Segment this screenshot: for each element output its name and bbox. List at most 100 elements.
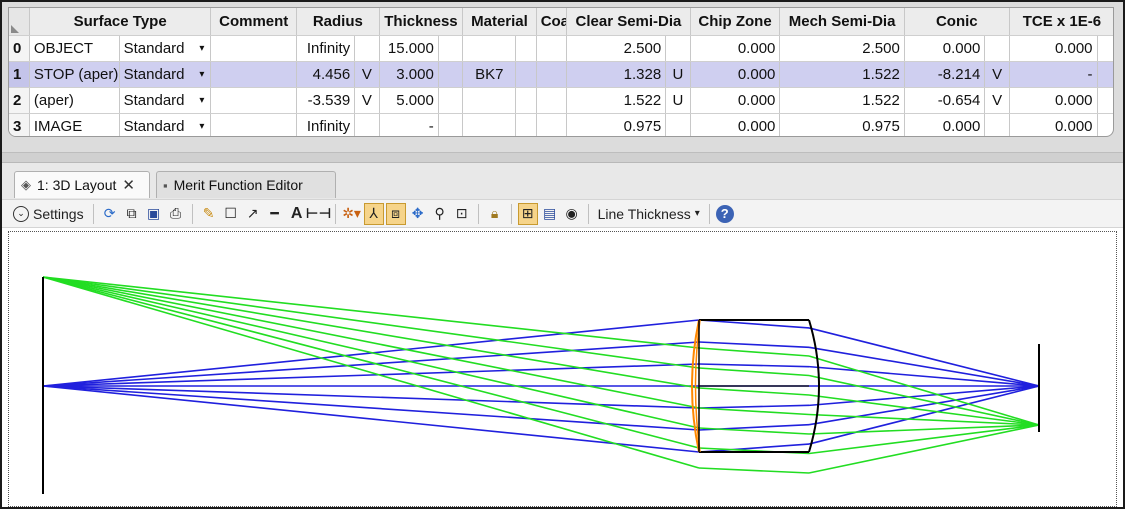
- col-header-thickness[interactable]: Thickness: [379, 8, 464, 36]
- 3d-layout-plot[interactable]: [8, 231, 1117, 507]
- chip-zone-cell[interactable]: 0.000: [690, 35, 781, 62]
- col-header-material[interactable]: Material: [462, 8, 537, 36]
- thickness-cell[interactable]: 15.000: [379, 35, 439, 62]
- radius-cell[interactable]: Infinity: [296, 113, 356, 136]
- material-solve-cell[interactable]: [515, 61, 537, 88]
- line-icon[interactable]: ━: [265, 203, 285, 225]
- line-thickness-dropdown[interactable]: Line Thickness ▾: [595, 203, 703, 225]
- arrow-icon[interactable]: ↗: [243, 203, 263, 225]
- conic-solve-cell[interactable]: V: [984, 61, 1010, 88]
- clear-semi-dia-solve-cell[interactable]: [665, 113, 691, 136]
- col-header-comment[interactable]: Comment: [210, 8, 298, 36]
- material-cell[interactable]: BK7: [462, 61, 517, 88]
- tab-merit-function-editor[interactable]: ▪ Merit Function Editor: [156, 171, 336, 198]
- crosshair-icon[interactable]: ⊞: [517, 202, 538, 225]
- radius-cell[interactable]: -3.539: [296, 87, 356, 114]
- help-icon[interactable]: ?: [715, 204, 734, 223]
- comment-cell[interactable]: [210, 87, 298, 114]
- chip-zone-cell[interactable]: 0.000: [690, 87, 781, 114]
- tce-solve-cell[interactable]: [1097, 87, 1113, 114]
- col-header-chip-zone[interactable]: Chip Zone: [690, 8, 781, 36]
- tce-cell[interactable]: 0.000: [1009, 87, 1098, 114]
- conic-solve-cell[interactable]: [984, 113, 1010, 136]
- material-solve-cell[interactable]: [515, 35, 537, 62]
- comment-cell[interactable]: [210, 35, 298, 62]
- thickness-solve-cell[interactable]: [438, 113, 464, 136]
- settings-button[interactable]: ⌄ Settings: [10, 203, 87, 225]
- material-solve-cell[interactable]: [515, 113, 537, 136]
- radius-cell[interactable]: 4.456: [296, 61, 356, 88]
- coating-cell[interactable]: [536, 61, 568, 88]
- thickness-solve-cell[interactable]: [438, 35, 464, 62]
- col-header-tce[interactable]: TCE x 1E-6: [1009, 8, 1113, 36]
- col-header-clear-semi-dia[interactable]: Clear Semi-Dia: [566, 8, 691, 36]
- chevron-down-icon[interactable]: ▾: [199, 95, 204, 106]
- mech-semi-dia-cell[interactable]: 2.500: [779, 35, 905, 62]
- table-row[interactable]: 3 IMAGE Standard ▾ Infinity -0.975 0.000 0.975 0…: [9, 113, 1113, 136]
- surface-type-dropdown[interactable]: Standard ▾: [119, 87, 212, 114]
- tce-cell[interactable]: -: [1009, 61, 1098, 88]
- coating-cell[interactable]: [536, 113, 568, 136]
- record-icon[interactable]: ◉: [562, 203, 582, 225]
- rectangle-icon[interactable]: ☐: [221, 203, 241, 225]
- refresh-icon[interactable]: ⟳: [100, 203, 120, 225]
- surface-type-dropdown[interactable]: Standard ▾: [119, 113, 212, 136]
- radius-solve-cell[interactable]: [354, 35, 380, 62]
- thickness-cell[interactable]: 3.000: [379, 61, 439, 88]
- col-header-mech-semi-dia[interactable]: Mech Semi-Dia: [779, 8, 905, 36]
- chevron-down-icon[interactable]: ▾: [199, 121, 204, 132]
- conic-solve-cell[interactable]: V: [984, 87, 1010, 114]
- material-cell[interactable]: [462, 113, 517, 136]
- copy-icon[interactable]: ⧉: [122, 203, 142, 225]
- col-header-radius[interactable]: Radius: [296, 8, 380, 36]
- conic-cell[interactable]: 0.000: [904, 113, 986, 136]
- coating-cell[interactable]: [536, 35, 568, 62]
- clear-semi-dia-solve-cell[interactable]: [665, 35, 691, 62]
- mech-semi-dia-cell[interactable]: 1.522: [779, 87, 905, 114]
- axes-icon[interactable]: ⅄: [363, 202, 384, 225]
- surface-name-cell[interactable]: STOP (aper): [29, 61, 120, 88]
- clear-semi-dia-cell[interactable]: 0.975: [566, 113, 667, 136]
- conic-cell[interactable]: 0.000: [904, 35, 986, 62]
- col-header-conic[interactable]: Conic: [904, 8, 1010, 36]
- zoom-box-icon[interactable]: ⊡: [452, 203, 472, 225]
- conic-solve-cell[interactable]: [984, 35, 1010, 62]
- pan-icon[interactable]: ✥: [408, 203, 428, 225]
- window-icon[interactable]: ▤: [540, 203, 560, 225]
- clear-semi-dia-cell[interactable]: 1.328: [566, 61, 667, 88]
- material-cell[interactable]: [462, 35, 517, 62]
- save-icon[interactable]: ▣: [144, 203, 164, 225]
- chevron-down-icon[interactable]: ▾: [199, 69, 204, 80]
- clear-semi-dia-solve-cell[interactable]: U: [665, 87, 691, 114]
- coating-cell[interactable]: [536, 87, 568, 114]
- fit-view-icon[interactable]: ⧈: [385, 202, 406, 225]
- zoom-icon[interactable]: ⚲: [430, 203, 450, 225]
- tab-3d-layout[interactable]: ◈ 1: 3D Layout ✕: [14, 171, 150, 198]
- tce-cell[interactable]: 0.000: [1009, 35, 1098, 62]
- tce-solve-cell[interactable]: [1097, 113, 1113, 136]
- col-header-surface-type[interactable]: Surface Type: [29, 8, 212, 36]
- thickness-solve-cell[interactable]: [438, 87, 464, 114]
- surface-type-dropdown[interactable]: Standard ▾: [119, 61, 212, 88]
- rotate-view-icon[interactable]: ✲▾: [342, 203, 362, 225]
- table-row[interactable]: 0 OBJECT Standard ▾ Infinity 15.000 2.500 0.000…: [9, 35, 1113, 62]
- thickness-cell[interactable]: 5.000: [379, 87, 439, 114]
- surface-name-cell[interactable]: (aper): [29, 87, 120, 114]
- table-row[interactable]: 2 (aper) Standard ▾ -3.539 V 5.000 1.522 U 0.000 1…: [9, 87, 1113, 114]
- conic-cell[interactable]: -8.214: [904, 61, 986, 88]
- table-corner[interactable]: [9, 8, 30, 36]
- clear-semi-dia-cell[interactable]: 1.522: [566, 87, 667, 114]
- tce-solve-cell[interactable]: [1097, 35, 1113, 62]
- tce-cell[interactable]: 0.000: [1009, 113, 1098, 136]
- close-icon[interactable]: ✕: [122, 176, 135, 194]
- radius-solve-cell[interactable]: V: [354, 61, 380, 88]
- print-icon[interactable]: ⎙: [166, 203, 186, 225]
- radius-cell[interactable]: Infinity: [296, 35, 356, 62]
- conic-cell[interactable]: -0.654: [904, 87, 986, 114]
- pencil-icon[interactable]: ✎: [199, 203, 219, 225]
- radius-solve-cell[interactable]: V: [354, 87, 380, 114]
- clear-semi-dia-solve-cell[interactable]: U: [665, 61, 691, 88]
- material-solve-cell[interactable]: [515, 87, 537, 114]
- tce-solve-cell[interactable]: [1097, 61, 1113, 88]
- mech-semi-dia-cell[interactable]: 1.522: [779, 61, 905, 88]
